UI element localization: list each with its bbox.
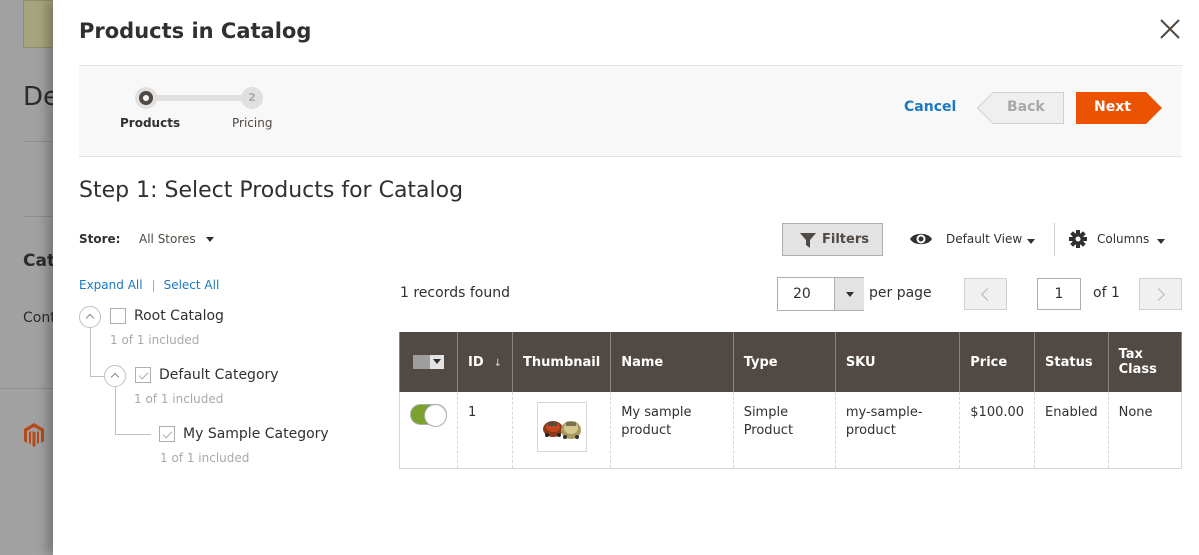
tree-connector xyxy=(90,327,91,377)
tree-checkbox-root-catalog[interactable] xyxy=(110,308,126,324)
step-indicator-pricing[interactable]: 2 xyxy=(241,87,263,109)
tree-node-name[interactable]: My Sample Category xyxy=(183,426,329,442)
caret-down-icon[interactable] xyxy=(430,355,444,369)
tree-node-name[interactable]: Root Catalog xyxy=(134,308,224,324)
collapse-toggle-icon[interactable] xyxy=(79,306,101,328)
caret-down-icon xyxy=(205,237,214,242)
next-button-label: Next xyxy=(1094,99,1131,115)
products-in-catalog-modal: Products in Catalog 2 Products Pricing C… xyxy=(53,0,1199,555)
toy-cars-image xyxy=(537,403,586,451)
background-divider xyxy=(23,216,53,217)
tree-node-name[interactable]: Default Category xyxy=(159,367,279,383)
tree-connector xyxy=(115,434,151,435)
modal-title: Products in Catalog xyxy=(79,19,312,43)
per-page-label: per page xyxy=(869,285,932,301)
records-found: 1 records found xyxy=(400,285,510,301)
caret-down-icon xyxy=(1027,239,1035,244)
filters-button-label: Filters xyxy=(822,232,869,247)
per-page-value: 20 xyxy=(793,286,811,302)
back-button[interactable]: Back xyxy=(977,92,1064,124)
cell-name: My sample product xyxy=(610,392,734,469)
column-header-price[interactable]: Price xyxy=(959,332,1036,392)
store-label: Store: xyxy=(79,232,121,246)
tree-connector xyxy=(115,386,116,434)
tree-checkbox-default-category[interactable] xyxy=(135,367,151,383)
tree-node-included-count: 1 of 1 included xyxy=(160,451,250,465)
gear-icon xyxy=(1069,230,1087,248)
per-page-dropdown-button[interactable] xyxy=(834,278,864,310)
tree-connector xyxy=(90,376,104,377)
cell-tax-class: None xyxy=(1107,392,1183,469)
step-label-pricing: Pricing xyxy=(232,116,273,130)
magento-logo-icon xyxy=(24,423,44,447)
next-page-button[interactable] xyxy=(1139,278,1182,310)
tree-node-included-count: 1 of 1 included xyxy=(134,392,224,406)
cancel-button[interactable]: Cancel xyxy=(904,99,956,115)
column-header-tax-class[interactable]: Tax Class xyxy=(1107,332,1183,392)
cell-thumbnail xyxy=(512,392,612,469)
cell-id: 1 xyxy=(456,392,514,469)
select-all-link[interactable]: Select All xyxy=(164,278,220,292)
view-label: Default View xyxy=(946,232,1023,246)
store-switcher[interactable]: All Stores xyxy=(139,232,214,246)
step-label-products: Products xyxy=(120,116,181,130)
background-divider xyxy=(0,388,53,389)
toolbar-divider xyxy=(1054,223,1055,256)
row-select-toggle[interactable] xyxy=(410,404,447,427)
column-header-status[interactable]: Status xyxy=(1034,332,1109,392)
background-page: De Cata Cont xyxy=(0,0,53,555)
expand-all-link[interactable]: Expand All xyxy=(79,278,143,292)
back-button-label: Back xyxy=(1007,99,1045,115)
column-header-thumbnail: Thumbnail xyxy=(512,332,612,392)
mass-select-header[interactable] xyxy=(399,332,458,392)
current-page-input[interactable] xyxy=(1037,278,1081,310)
total-pages: of 1 xyxy=(1093,285,1120,301)
background-heading: De xyxy=(23,82,53,112)
previous-page-button[interactable] xyxy=(964,278,1007,310)
divider xyxy=(152,279,154,292)
cell-price: $100.00 xyxy=(959,392,1036,469)
caret-down-icon xyxy=(1157,239,1165,244)
mass-select-dropdown[interactable] xyxy=(413,355,444,369)
tree-node-included-count: 1 of 1 included xyxy=(110,333,200,347)
cell-sku: my-sample-product xyxy=(834,392,961,469)
filters-button[interactable]: Filters xyxy=(782,223,883,256)
step-title: Step 1: Select Products for Catalog xyxy=(79,178,464,203)
column-header-sku[interactable]: SKU xyxy=(834,332,961,392)
table-row[interactable]: 1 My sample product Simple Product my-sa… xyxy=(399,392,1183,469)
background-thumbnail xyxy=(23,0,53,48)
collapse-toggle-icon[interactable] xyxy=(104,365,126,387)
tree-checkbox-my-sample-category[interactable] xyxy=(159,426,175,442)
filter-icon xyxy=(800,233,816,248)
per-page-select[interactable]: 20 xyxy=(777,277,864,311)
sort-arrow-icon: ↓ xyxy=(493,357,503,369)
column-header-name[interactable]: Name xyxy=(610,332,734,392)
background-divider xyxy=(23,141,53,142)
step-progress-track xyxy=(146,95,252,101)
product-thumbnail[interactable] xyxy=(536,402,587,452)
eye-icon xyxy=(910,233,932,245)
next-button[interactable]: Next xyxy=(1076,92,1162,124)
products-grid: ID ↓ Thumbnail Name Type SKU Price Status… xyxy=(399,332,1183,469)
cell-status: Enabled xyxy=(1034,392,1109,469)
tree-actions: Expand All Select All xyxy=(79,278,219,292)
background-content-text: Cont xyxy=(23,310,53,326)
step-indicator-products[interactable] xyxy=(135,87,157,109)
cell-type: Simple Product xyxy=(732,392,836,469)
column-header-type[interactable]: Type xyxy=(732,332,836,392)
columns-label: Columns xyxy=(1097,232,1150,246)
background-section-title: Cata xyxy=(23,251,53,271)
column-header-id[interactable]: ID ↓ xyxy=(456,332,514,392)
wizard-steps-bar: 2 Products Pricing Cancel Back Next xyxy=(79,65,1182,157)
grid-header-row: ID ↓ Thumbnail Name Type SKU Price Status… xyxy=(399,332,1183,392)
store-selected-value: All Stores xyxy=(139,232,196,246)
row-select-cell xyxy=(399,392,458,469)
close-icon[interactable] xyxy=(1159,18,1181,40)
